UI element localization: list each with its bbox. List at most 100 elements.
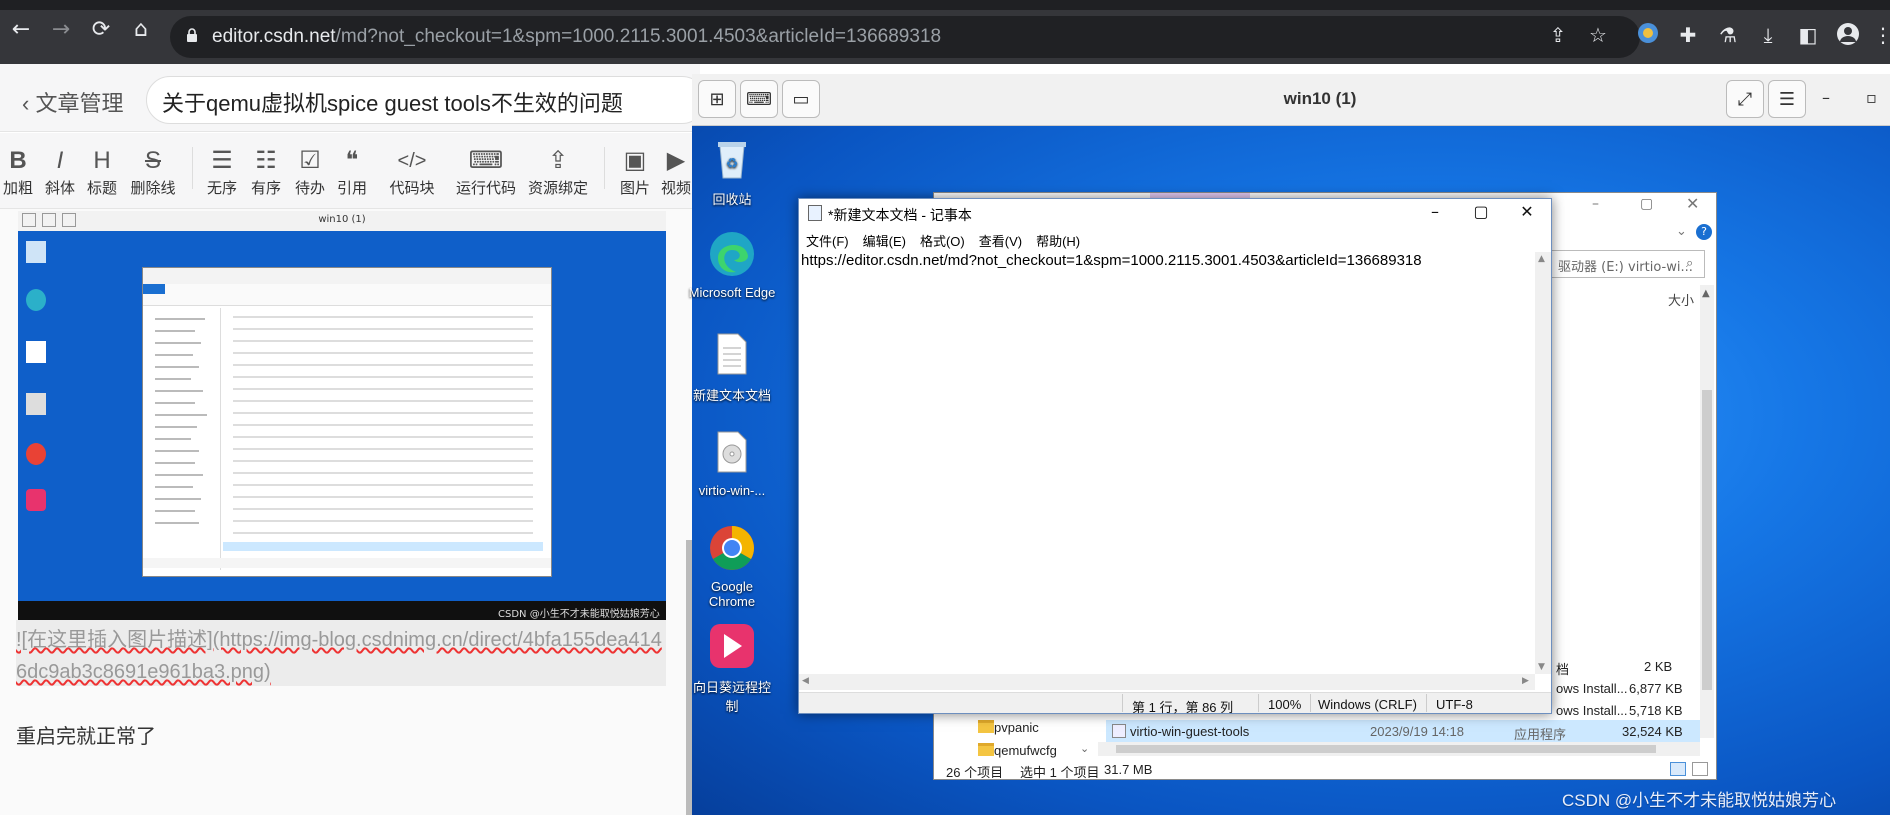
ordered-list-button[interactable]: ☷ 有序 [248,145,284,198]
back-to-article-management[interactable]: ‹ 文章管理 [22,86,123,118]
size-column-header[interactable]: 大小 [1668,290,1694,309]
maximize-icon[interactable]: ▢ [1640,196,1653,212]
text-file-icon [717,333,747,375]
markdown-image-text[interactable]: ![在这里插入图片描述](https://img-blog.csdnimg.cn… [16,624,666,688]
extension-icon[interactable] [1635,22,1661,48]
maximize-icon[interactable]: ▫ [1866,88,1877,107]
status-item-count: 26 个项目 [946,765,1004,780]
todo-icon: ☑ [299,147,321,174]
recycle-bin-icon: ♻ [718,142,746,179]
labs-icon[interactable]: ⚗ [1715,22,1741,48]
mini-chrome-icon [26,443,46,465]
large-icons-view-icon[interactable] [1692,762,1708,776]
file-name-tail: ows Install... [1556,703,1628,718]
lock-icon[interactable] [186,28,198,42]
vm-title: win10 (1) [1283,89,1357,108]
unordered-list-button[interactable]: ☰ 无序 [204,145,240,198]
grid-icon[interactable]: ⊞ [698,80,736,118]
sidebar-item-qemufwcfg[interactable]: qemufwcfg [994,743,1057,758]
toolbar-divider [604,147,605,189]
menu-file[interactable]: 文件(F) [806,234,849,249]
url-path: /md?not_checkout=1&spm=1000.2115.3001.45… [335,26,942,47]
status-divider [1258,694,1259,712]
sidebar-item-pvpanic[interactable]: pvpanic [994,720,1039,735]
strikethrough-button[interactable]: S 删除线 [128,145,178,198]
chrome-icon [710,526,754,570]
maximize-icon[interactable]: ▢ [1458,202,1504,221]
reload-icon[interactable]: ⟳ [86,16,116,44]
forward-icon[interactable]: → [46,16,76,44]
url-text[interactable]: editor.csdn.net/md?not_checkout=1&spm=10… [212,26,941,48]
minimize-icon[interactable]: – [1412,202,1458,221]
mini-button-icon [42,213,56,227]
upload-icon: ⇪ [547,147,569,174]
share-icon[interactable]: ⇪ [1545,22,1571,48]
notepad-hscrollbar[interactable] [799,674,1535,690]
desktop-icon-recycle-bin[interactable]: ♻ 回收站 [688,134,776,208]
status-line-ending: Windows (CRLF) [1318,697,1417,712]
desktop-icon-chrome[interactable]: Google Chrome [688,524,776,609]
keyboard-icon[interactable]: ⌨ [740,80,778,118]
explorer-hscroll-thumb[interactable] [1116,745,1656,753]
bold-button[interactable]: B 加粗 [2,145,34,198]
heading-button[interactable]: H 标题 [84,145,120,198]
todo-button[interactable]: ☑ 待办 [292,145,328,198]
notepad-text-area[interactable]: https://editor.csdn.net/md?not_checkout=… [801,252,1541,269]
disc-icon [717,431,747,473]
menu-help[interactable]: 帮助(H) [1036,234,1080,249]
close-icon[interactable]: ✕ [1504,202,1550,221]
resource-bind-label: 资源绑定 [527,180,588,197]
minimize-icon[interactable]: – [1822,88,1830,107]
file-size: 6,877 KB [1629,681,1683,696]
scroll-up-icon[interactable]: ▲ [1538,254,1545,264]
back-icon[interactable]: ← [6,16,36,44]
chevron-down-icon[interactable]: ⌄ [1080,742,1089,755]
quote-button[interactable]: ❝ 引用 [334,145,370,198]
scroll-left-icon[interactable]: ◀ [802,676,809,686]
chevron-down-icon[interactable]: ⌄ [1676,224,1687,239]
close-icon[interactable]: ✕ [1686,194,1699,213]
selected-file-size: 32,524 KB [1622,724,1683,739]
desktop-icon-sunlogin[interactable]: 向日葵远程控制 [688,622,776,715]
help-icon[interactable]: ? [1696,224,1712,240]
notepad-menubar: 文件(F) 编辑(E) 格式(O) 查看(V) 帮助(H) [806,231,1094,250]
notepad-vscrollbar[interactable] [1535,252,1551,674]
desktop-icon-text-file[interactable]: 新建文本文档 [688,330,776,404]
italic-icon: I [56,147,64,174]
image-button[interactable]: ▣ 图片 [616,145,654,198]
profile-icon[interactable] [1835,22,1861,48]
details-view-icon[interactable] [1670,762,1686,776]
scroll-up-icon[interactable]: ▲ [1702,288,1710,299]
desktop-icon-edge[interactable]: Microsoft Edge [688,230,776,300]
sidebar-icon[interactable]: ◧ [1795,22,1821,48]
desktop-icon-virtio[interactable]: virtio-win-... [688,428,776,498]
italic-button[interactable]: I 斜体 [42,145,78,198]
scroll-down-icon[interactable]: ▼ [1538,662,1545,672]
paragraph-text[interactable]: 重启完就正常了 [16,720,156,749]
mini-watermark: CSDN @小生不才未能取悦姑娘芳心 [498,609,660,620]
minimize-icon[interactable]: – [1592,196,1599,212]
home-icon[interactable]: ⌂ [126,16,156,44]
fullscreen-icon[interactable]: ⤢ [1726,80,1764,118]
status-zoom: 100% [1268,697,1302,712]
folder-icon [978,743,994,756]
menu-icon[interactable]: ☰ [1768,80,1806,118]
file-size: 2 KB [1644,659,1673,674]
code-block-button[interactable]: </> 代码块 [384,145,440,198]
menu-edit[interactable]: 编辑(E) [863,234,906,249]
mini-recycle-icon [26,241,46,263]
scroll-right-icon[interactable]: ▶ [1522,676,1529,686]
menu-view[interactable]: 查看(V) [979,234,1022,249]
resource-bind-button[interactable]: ⇪ 资源绑定 [526,145,590,198]
code-icon: </> [397,150,427,172]
toolbar-divider [192,147,193,189]
more-icon[interactable]: ⋮ [1870,22,1890,48]
download-icon[interactable]: ⤓ [1755,22,1781,48]
menu-format[interactable]: 格式(O) [920,234,965,249]
url-host: editor.csdn.net [212,26,336,47]
display-icon[interactable]: ▭ [782,80,820,118]
star-icon[interactable]: ☆ [1585,22,1611,48]
explorer-scroll-thumb[interactable] [1702,390,1712,690]
puzzle-icon[interactable]: ✚ [1675,22,1701,48]
run-code-button[interactable]: ⌨ 运行代码 [454,145,518,198]
